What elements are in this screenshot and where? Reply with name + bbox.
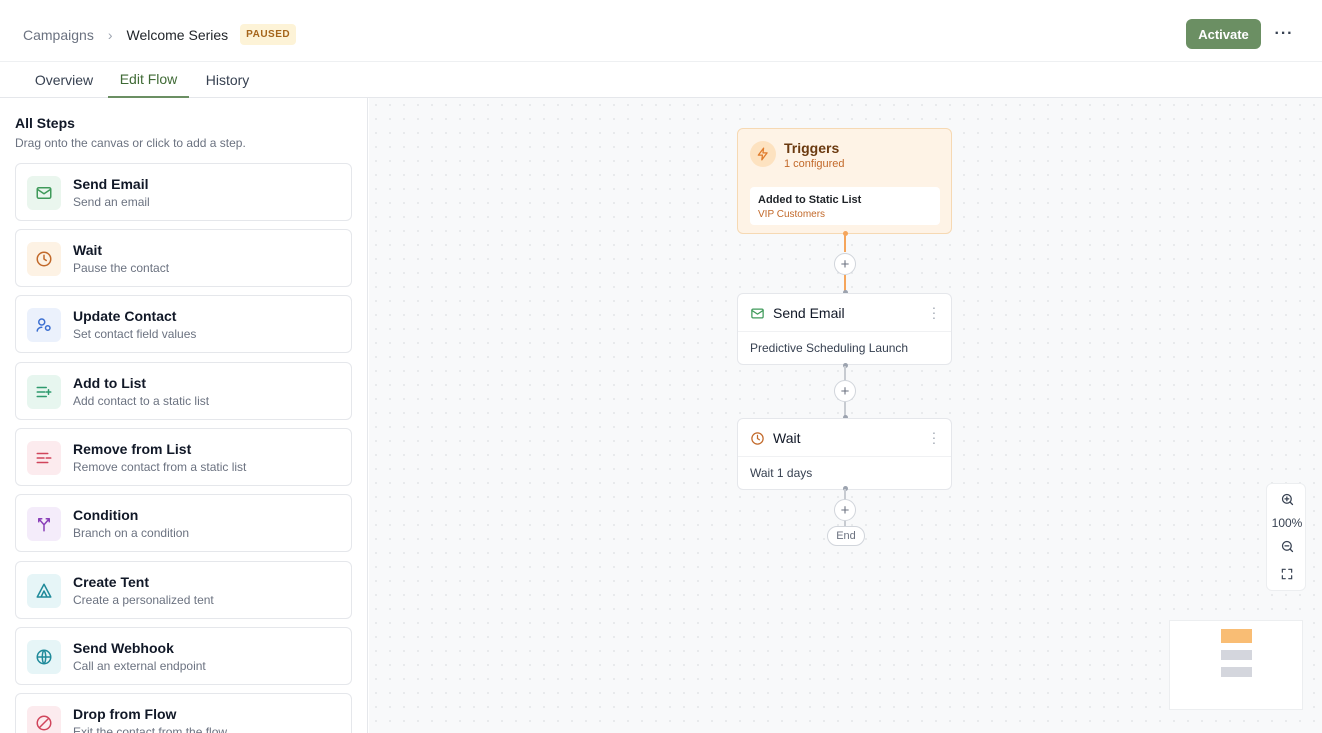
step-name: Drop from Flow <box>73 706 177 722</box>
step-card-drop-from-flow[interactable]: Drop from Flow Exit the contact from the… <box>15 693 352 733</box>
node-title: Wait <box>773 430 801 446</box>
zoom-level: 100% <box>1271 516 1303 530</box>
sidebar-subtitle: Drag onto the canvas or click to add a s… <box>15 136 246 150</box>
connector-line <box>844 366 846 380</box>
ban-icon <box>27 706 61 733</box>
step-description: Create a personalized tent <box>73 593 214 607</box>
step-description: Remove contact from a static list <box>73 460 247 474</box>
sidebar-title: All Steps <box>15 115 75 131</box>
tab-bar: Overview Edit Flow History <box>0 62 1322 98</box>
mail-icon <box>27 176 61 210</box>
tab-overview[interactable]: Overview <box>23 62 105 98</box>
fit-view-icon[interactable] <box>1277 564 1297 584</box>
zoom-out-icon[interactable] <box>1277 536 1297 556</box>
step-card-add-to-list[interactable]: Add to List Add contact to a static list <box>15 362 352 420</box>
connector-line <box>844 402 846 416</box>
step-name: Condition <box>73 507 139 523</box>
node-header: Send Email · · · <box>738 294 951 332</box>
wait-node[interactable]: Wait · · · Wait 1 days <box>737 418 952 490</box>
tab-history[interactable]: History <box>192 62 263 98</box>
clock-icon <box>27 242 61 276</box>
trigger-title: Triggers <box>784 140 840 156</box>
step-name: Send Email <box>73 176 149 192</box>
list-remove-icon <box>27 441 61 475</box>
end-marker: End <box>827 526 865 546</box>
node-title: Send Email <box>773 305 845 321</box>
campaign-name: Welcome Series <box>126 26 229 43</box>
step-card-remove-from-list[interactable]: Remove from List Remove contact from a s… <box>15 428 352 486</box>
trigger-item-title: Added to Static List <box>758 194 862 206</box>
step-description: Set contact field values <box>73 327 197 341</box>
tab-edit-flow[interactable]: Edit Flow <box>108 62 189 98</box>
minimap[interactable] <box>1169 620 1303 710</box>
node-body: Wait 1 days <box>750 466 813 480</box>
step-card-create-tent[interactable]: Create Tent Create a personalized tent <box>15 561 352 619</box>
step-card-send-webhook[interactable]: Send Webhook Call an external endpoint <box>15 627 352 685</box>
connector-line <box>844 234 846 252</box>
more-options-icon[interactable]: ··· <box>1272 22 1296 46</box>
step-card-wait[interactable]: Wait Pause the contact <box>15 229 352 287</box>
send-email-node[interactable]: Send Email · · · Predictive Scheduling Lau… <box>737 293 952 365</box>
add-step-button[interactable]: + <box>834 380 856 402</box>
clock-icon <box>750 431 766 447</box>
step-name: Create Tent <box>73 574 149 590</box>
flow-canvas[interactable]: Triggers 1 configured Added to Static Li… <box>369 98 1322 733</box>
step-description: Call an external endpoint <box>73 659 206 673</box>
user-settings-icon <box>27 308 61 342</box>
lightning-icon <box>750 141 776 167</box>
zoom-controls: 100% <box>1266 483 1306 591</box>
step-name: Remove from List <box>73 441 192 457</box>
trigger-count: 1 configured <box>784 158 845 170</box>
step-description: Add contact to a static list <box>73 394 210 408</box>
top-bar: Campaigns › Welcome Series PAUSED Activa… <box>0 0 1322 62</box>
status-badge: PAUSED <box>240 24 297 45</box>
globe-icon <box>27 640 61 674</box>
branch-icon <box>27 507 61 541</box>
breadcrumb: Campaigns › Welcome Series PAUSED <box>23 24 297 45</box>
node-menu-icon[interactable]: · · · <box>931 425 937 449</box>
list-add-icon <box>27 375 61 409</box>
trigger-item[interactable]: Added to Static List VIP Customers <box>750 187 940 225</box>
trigger-node[interactable]: Triggers 1 configured Added to Static Li… <box>737 128 952 234</box>
step-name: Update Contact <box>73 308 177 324</box>
minimap-node-block <box>1221 667 1252 677</box>
step-name: Add to List <box>73 375 147 391</box>
breadcrumb-separator: › <box>107 26 113 43</box>
node-body: Predictive Scheduling Launch <box>750 341 909 355</box>
steps-sidebar: All Steps Drag onto the canvas or click … <box>0 98 368 733</box>
step-description: Send an email <box>73 195 150 209</box>
step-card-condition[interactable]: Condition Branch on a condition <box>15 494 352 552</box>
minimap-node-block <box>1221 650 1252 660</box>
step-name: Wait <box>73 242 103 258</box>
step-card-send-email[interactable]: Send Email Send an email <box>15 163 352 221</box>
minimap-trigger-block <box>1221 629 1252 643</box>
step-description: Exit the contact from the flow <box>73 725 228 733</box>
tent-icon <box>27 574 61 608</box>
node-menu-icon[interactable]: · · · <box>931 300 937 324</box>
step-description: Pause the contact <box>73 261 170 275</box>
add-step-button[interactable]: + <box>834 253 856 275</box>
step-name: Send Webhook <box>73 640 174 656</box>
step-card-update-contact[interactable]: Update Contact Set contact field values <box>15 295 352 353</box>
zoom-in-icon[interactable] <box>1277 489 1297 509</box>
step-description: Branch on a condition <box>73 526 190 540</box>
breadcrumb-campaigns-link[interactable]: Campaigns <box>23 27 94 43</box>
activate-button[interactable]: Activate <box>1186 19 1261 49</box>
mail-icon <box>750 306 766 322</box>
trigger-item-subtitle: VIP Customers <box>758 209 826 220</box>
node-header: Wait · · · <box>738 419 951 457</box>
add-step-button[interactable]: + <box>834 499 856 521</box>
